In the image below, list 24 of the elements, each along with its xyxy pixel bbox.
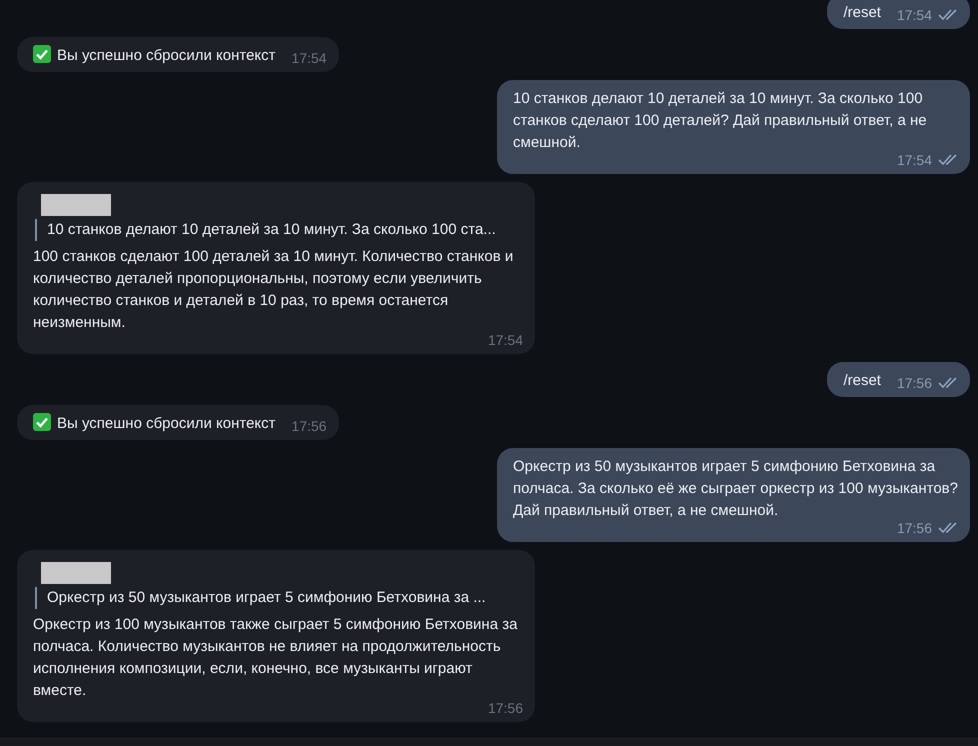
message-time: 17:56 [292,417,327,435]
message-text: /reset [843,371,881,391]
message-time: 17:54 [896,6,932,24]
message-text: /reset [843,3,881,23]
double-check-icon [938,377,958,389]
check-mark-icon [33,413,51,431]
double-check-icon [938,9,958,21]
message-time: 17:56 [488,699,523,717]
message-text: 10 станков делают 10 деталей за 10 минут. За сколько 100 станков сделают 100 деталей? Дай правильный ответ, а не смешной. [513,89,928,153]
check-mark-icon [33,45,51,63]
double-check-icon [938,154,958,166]
message-time: 17:56 [896,519,932,537]
message-time: 17:54 [292,49,327,67]
message-time: 17:54 [488,331,523,349]
double-check-icon [938,522,958,534]
message-text: Оркестр из 100 музыкантов также сыграет 5 симфонию Бетховина за полчаса. Количество музыкантов не влияет на продолжительность исполнения композиции, если, конечно, все музыканты играют вместе. [33,615,518,701]
message-text: Вы успешно сбросили контекст [33,45,276,67]
message-time: 17:56 [896,374,932,392]
reply-quote[interactable]: Оркестр из 50 музыкантов играет 5 симфонию Бетховина за ... [35,587,486,609]
message-text: 100 станков сделают 100 деталей за 10 минут. Количество станков и количество деталей пропорциональны, поэтому если увеличить количество станков и деталей в 10 раз, то время останется неизменным. [33,247,514,333]
message-text: Оркестр из 50 музыкантов играет 5 симфонию Бетховина за полчаса. За сколько её же сыграет оркестр из 100 музыкантов? Дай правильный ответ, а не смешной. [513,457,958,521]
reply-quote[interactable]: 10 станков делают 10 деталей за 10 минут. За сколько 100 ста... [35,219,496,241]
message-text: Вы успешно сбросили контекст [33,413,276,435]
message-time: 17:54 [896,151,932,169]
